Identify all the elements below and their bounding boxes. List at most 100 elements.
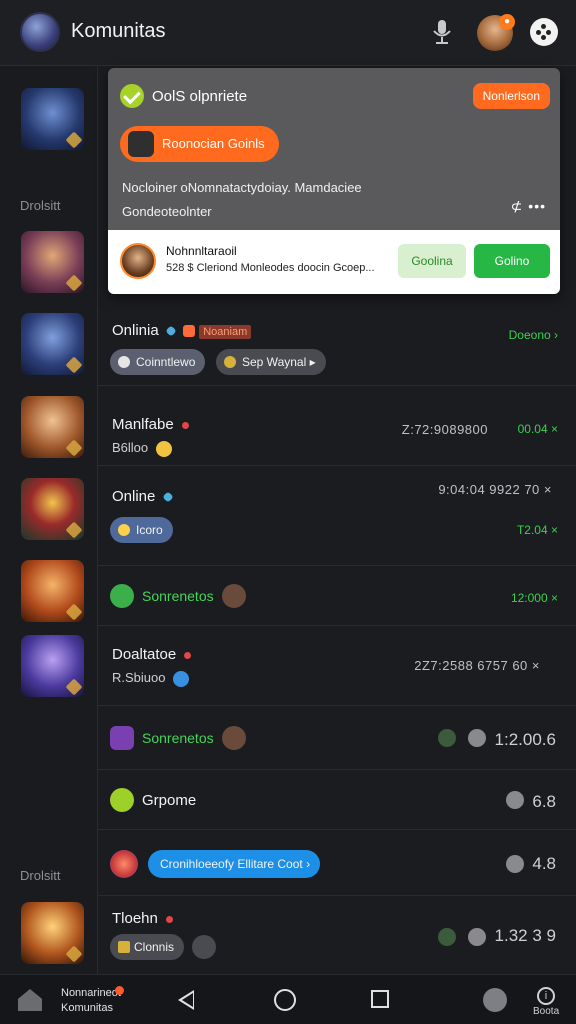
home-icon[interactable] <box>18 989 42 1011</box>
community-avatar[interactable] <box>20 12 60 52</box>
feed: OolS olpnriete Nonlerlson Roonocian Goin… <box>98 66 576 974</box>
item-status: 12:000 × <box>510 591 558 605</box>
list-item[interactable]: Sonrenetos 1:2.00.6 <box>98 706 576 770</box>
page-title: Komunitas <box>71 20 166 42</box>
sidebar-item-game-8[interactable] <box>21 902 84 964</box>
item-name: Sonrenetos <box>142 730 214 746</box>
item-subtitle: R.Sbiuoo <box>112 670 190 687</box>
list-item[interactable]: Online 9:04:04 9922 70 × Icoro T2.04 × <box>98 466 576 566</box>
list-item[interactable]: Grpome 6.8 <box>98 770 576 830</box>
popup-chip-label: Roonocian Goinls <box>162 136 265 151</box>
popup-message-line-1: Nocloiner oNomnatactydoiay. Mamdaciee <box>122 180 362 195</box>
item-status: T2.04 × <box>516 523 558 537</box>
card-secondary-button[interactable]: Goolina <box>398 244 466 278</box>
sidebar-item-game-1[interactable] <box>21 88 84 150</box>
item-value: 4.8 <box>532 854 556 873</box>
gear-icon <box>506 791 524 809</box>
diamond-icon <box>161 491 174 503</box>
coin-icon <box>224 356 236 368</box>
bottom-navigation: Nonnarineot Komunitas i Boota <box>0 974 576 1024</box>
badge-icon <box>438 928 456 946</box>
trophy-icon <box>118 941 130 953</box>
sidebar-item-game-3[interactable] <box>21 313 84 375</box>
item-status: Doeono › <box>508 328 558 342</box>
sidebar-item-game-4[interactable] <box>21 396 84 458</box>
item-name: Manlfabe <box>112 416 189 433</box>
settings-icon[interactable] <box>483 988 507 1012</box>
item-name: Tloehn <box>112 910 174 927</box>
item-pill[interactable]: Coinntlewo <box>110 349 206 375</box>
list-item[interactable]: Cronihloeeofy Ellitare Coot › 4.8 <box>98 830 576 896</box>
pin-icon <box>118 524 130 536</box>
notification-popup: OolS olpnriete Nonlerlson Roonocian Goin… <box>108 68 560 294</box>
notification-dot <box>115 986 124 995</box>
gear-icon <box>468 729 486 747</box>
sidebar-item-game-2[interactable] <box>21 231 84 293</box>
back-icon[interactable] <box>178 990 194 1010</box>
check-icon <box>120 84 144 108</box>
microphone-icon[interactable] <box>430 18 454 46</box>
popup-more-icon[interactable]: ⊄ ••• <box>511 198 546 215</box>
popup-chip[interactable]: Roonocian Goinls <box>120 126 279 162</box>
item-pill[interactable]: Icoro <box>110 517 173 543</box>
user-avatar[interactable] <box>110 850 138 878</box>
smile-icon <box>155 440 172 457</box>
character-icon <box>222 584 246 608</box>
sidebar-item-game-7[interactable] <box>21 635 84 697</box>
refresh-icon <box>173 670 190 687</box>
item-name: Doaltatoe <box>112 646 192 663</box>
item-name: Online <box>112 488 174 505</box>
pin-icon <box>181 421 189 429</box>
item-name: Sonrenetos <box>142 588 214 604</box>
item-tag: Noaniam <box>199 325 252 339</box>
info-icon[interactable]: i <box>537 987 555 1005</box>
card-primary-button[interactable]: Golino <box>474 244 550 278</box>
more-options-button[interactable] <box>530 18 558 46</box>
sidebar-section-label: Drolsitt <box>20 868 61 883</box>
list-item[interactable]: Doaltatoe R.Sbiuoo 2Z7:2588 6757 60 × <box>98 626 576 706</box>
popup-badge-button[interactable]: Nonlerlson <box>472 83 550 109</box>
item-time: 9:04:04 9922 70 × <box>438 482 552 497</box>
sidebar: Drolsitt Drolsitt <box>0 66 98 974</box>
check-icon <box>110 788 134 812</box>
bottom-label-primary[interactable]: Nonnarineot <box>61 987 121 999</box>
list-item[interactable]: Sonrenetos 12:000 × <box>98 566 576 626</box>
list-item[interactable]: Onlinia Noaniam Doeono › Coinntlewo Sep … <box>98 306 576 386</box>
character-icon <box>222 726 246 750</box>
sidebar-item-game-6[interactable] <box>21 560 84 622</box>
item-value: 1.32 3 9 <box>494 926 556 945</box>
item-name: Grpome <box>142 792 197 809</box>
gear-icon <box>506 855 524 873</box>
info-label: Boota <box>533 1006 560 1017</box>
game-icon <box>128 131 154 157</box>
card-name: Nohnnltaraoil <box>166 244 237 258</box>
item-pill[interactable]: Clonnis <box>110 934 185 960</box>
popup-title: OolS olpnriete <box>152 88 248 105</box>
bottom-label-secondary[interactable]: Komunitas <box>61 1002 113 1014</box>
list-item[interactable]: Manlfabe B6lloo Z:72:9089800 00.04 × <box>98 386 576 466</box>
diamond-icon <box>165 325 177 337</box>
chevron-down-icon[interactable] <box>192 935 216 959</box>
badge-icon <box>438 729 456 747</box>
item-pill[interactable]: Sep Waynal ▸ <box>216 349 326 375</box>
item-subtitle: B6lloo <box>112 440 172 457</box>
item-time: 2Z7:2588 6757 60 × <box>414 658 540 673</box>
item-status: 00.04 × <box>517 422 558 436</box>
recents-icon[interactable] <box>371 990 389 1008</box>
sidebar-item-game-5[interactable] <box>21 478 84 540</box>
item-pill[interactable]: Cronihloeeofy Ellitare Coot › <box>148 850 321 878</box>
item-value: 1:2.00.6 <box>494 730 556 749</box>
game-icon <box>110 726 134 750</box>
popup-message-line-2: Gondeoteolnter <box>122 204 212 219</box>
item-name: Onlinia Noaniam <box>112 322 252 339</box>
home-circle-icon[interactable] <box>274 989 296 1011</box>
top-bar: Komunitas ● <box>0 0 576 66</box>
pin-icon <box>184 651 192 659</box>
item-time: Z:72:9089800 <box>401 422 488 437</box>
pin-icon <box>166 915 174 923</box>
popup-user-card: Nohnnltaraoil 528 $ Cleriond Monleodes d… <box>108 230 560 294</box>
card-description: 528 $ Cleriond Monleodes doocin Gcoep... <box>166 262 375 274</box>
card-avatar[interactable] <box>120 243 156 279</box>
list-item[interactable]: Tloehn Clonnis 1.32 3 9 <box>98 896 576 974</box>
notification-badge: ● <box>499 14 515 30</box>
